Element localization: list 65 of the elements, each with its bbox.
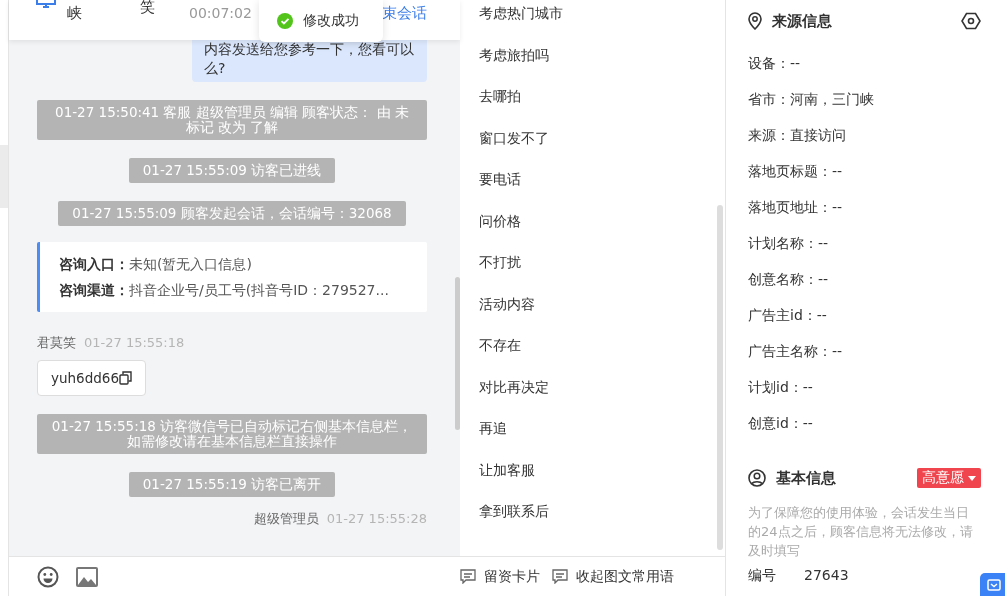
message-time: 01-27 15:55:28	[326, 511, 427, 526]
session-duration: 00:07:02	[189, 5, 252, 21]
quick-reply-item[interactable]: 要电话	[479, 159, 725, 201]
info-line: 来源：直接访问	[748, 127, 846, 143]
end-session-link[interactable]: 束会话	[382, 4, 427, 23]
quick-reply-item[interactable]: 考虑旅拍吗	[479, 34, 725, 76]
field-value: 27643	[804, 567, 849, 583]
quick-reply-item[interactable]: 不存在	[479, 325, 725, 367]
info-line: 创意id：--	[748, 415, 813, 431]
section-title: 基本信息	[776, 468, 836, 488]
emoji-icon[interactable]	[37, 565, 59, 588]
toolbar-button[interactable]: 留资卡片	[460, 567, 540, 586]
copy-icon[interactable]	[119, 371, 132, 385]
info-line: 落地页地址：--	[748, 199, 843, 215]
agent-name: 笑	[140, 0, 155, 17]
success-icon	[277, 13, 293, 29]
quick-reply-item[interactable]: 去哪拍	[479, 76, 725, 118]
chat-icon	[460, 569, 476, 584]
info-line: 落地页标题：--	[748, 163, 843, 179]
visitor-name: 峡	[67, 4, 82, 23]
notice-text: 为了保障您的使用体验，会话发生当日的24点之后，顾客信息将无法修改，请及时填写	[748, 504, 974, 560]
scrollbar[interactable]	[455, 277, 460, 430]
quick-reply-item[interactable]: 对比再决定	[479, 366, 725, 408]
message-icon	[987, 579, 1001, 591]
settings-icon[interactable]	[961, 12, 981, 30]
chat-icon	[552, 569, 568, 584]
sender-name: 超级管理员	[253, 511, 319, 526]
quick-reply-item[interactable]: 问价格	[479, 200, 725, 242]
system-notice: 01-27 15:55:09 顾客发起会话，会话编号：32068	[58, 201, 406, 226]
quick-reply-item[interactable]: 窗口发不了	[479, 117, 725, 159]
quick-reply-item[interactable]: 拿到联系后	[479, 491, 725, 533]
quick-reply-item[interactable]: 考虑热门城市	[479, 0, 725, 35]
info-line: 省市：河南，三门峡	[748, 91, 874, 107]
message-text: yuh6dd66	[51, 370, 119, 386]
toast-message: 修改成功	[303, 12, 359, 30]
scrollbar[interactable]	[717, 205, 723, 550]
info-line: 设备：--	[748, 55, 801, 71]
quick-reply-item[interactable]: 不打扰	[479, 242, 725, 284]
message-time: 01-27 15:55:18	[84, 335, 185, 350]
info-line: 创意名称：--	[748, 271, 829, 287]
user-icon	[748, 469, 766, 487]
section-title: 来源信息	[772, 11, 832, 31]
field-label: 编号	[748, 566, 777, 585]
system-notice: 01-27 15:50:41 客服 超级管理员 编辑 顾客状态： 由 未标记 改为 了解	[37, 100, 427, 140]
card-value: 抖音企业号/员工号(抖音号ID：279527...	[129, 282, 389, 298]
info-line: 广告主名称：--	[748, 343, 843, 359]
info-line: 计划名称：--	[748, 235, 829, 251]
system-notice: 01-27 15:55:18 访客微信号已自动标记右侧基本信息栏，如需修改请在基本信息栏直接操作	[37, 414, 427, 454]
card-label: 咨询渠道：	[59, 282, 129, 298]
intent-dropdown[interactable]: 高意愿	[917, 468, 981, 488]
system-notice: 01-27 15:55:19 访客已离开	[128, 472, 336, 497]
card-label: 咨询入口：	[59, 256, 129, 272]
system-notice: 01-27 15:55:09 访客已进线	[128, 158, 336, 183]
location-pin-icon	[748, 12, 762, 30]
card-value: 未知(暂无入口信息)	[129, 256, 252, 272]
caret-icon	[968, 475, 976, 481]
sender-name: 君莫笑	[37, 335, 76, 350]
monitor-icon	[36, 0, 56, 10]
image-icon[interactable]	[76, 566, 98, 587]
quick-reply-item[interactable]: 让加客服	[479, 449, 725, 491]
quick-reply-item[interactable]: 再追	[479, 408, 725, 450]
info-line: 广告主id：--	[748, 307, 827, 323]
info-line: 计划id：--	[748, 379, 813, 395]
toolbar-button[interactable]: 收起图文常用语	[552, 567, 674, 586]
quick-reply-item[interactable]: 活动内容	[479, 283, 725, 325]
